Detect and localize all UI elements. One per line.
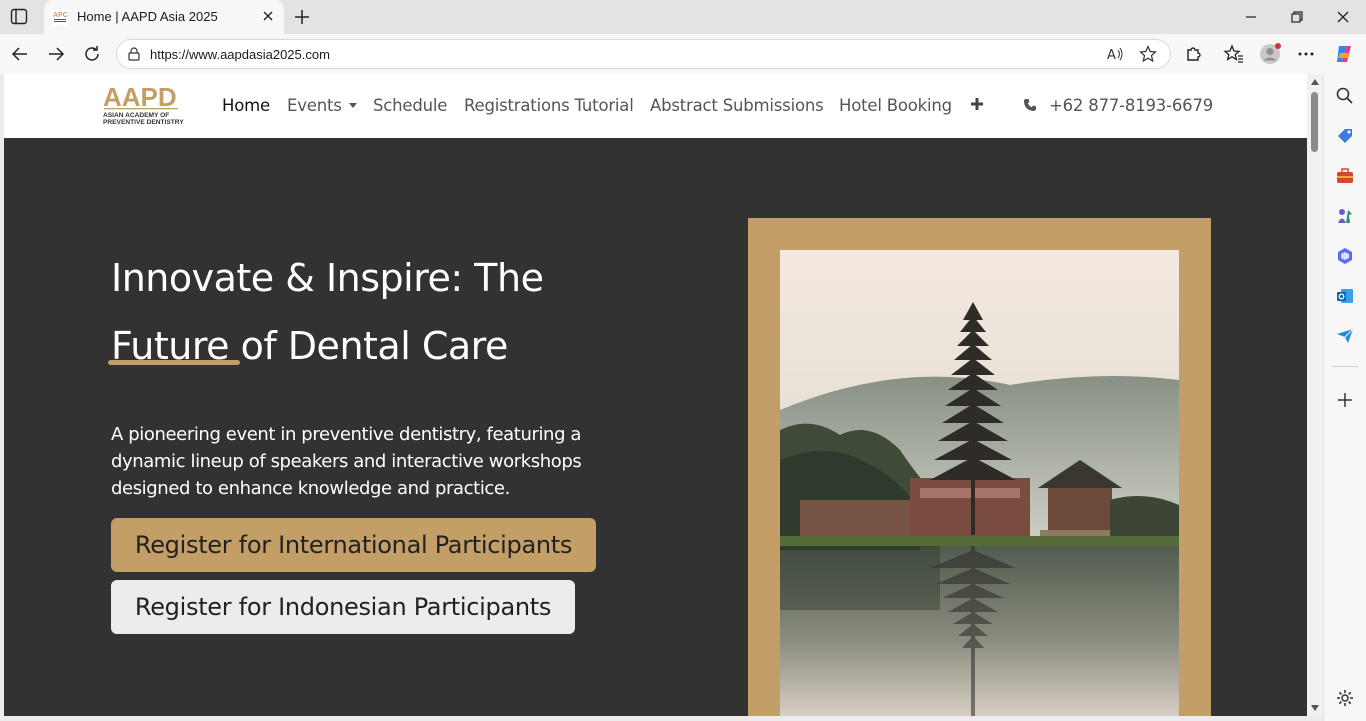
address-bar[interactable]: https://www.aapdasia2025.com A xyxy=(116,39,1171,69)
aapd-favicon-icon: APC xyxy=(52,9,68,25)
page-viewport: AAPD ASIAN ACADEMY OF PREVENTIVE DENTIST… xyxy=(4,74,1307,716)
svg-text:ASIAN ACADEMY OF: ASIAN ACADEMY OF xyxy=(103,112,169,119)
extensions-icon[interactable] xyxy=(1182,43,1204,65)
tab-title: Home | AAPD Asia 2025 xyxy=(77,9,218,24)
more-options-icon[interactable] xyxy=(1295,43,1317,65)
shopping-tag-icon[interactable] xyxy=(1335,126,1355,146)
send-arrow-icon[interactable] xyxy=(1335,326,1355,346)
settings-gear-icon[interactable] xyxy=(1335,688,1355,708)
url-text[interactable]: https://www.aapdasia2025.com xyxy=(150,47,330,62)
nav-home[interactable]: Home xyxy=(222,96,270,115)
nav-hotel-booking[interactable]: Hotel Booking xyxy=(839,96,952,115)
outlook-icon[interactable] xyxy=(1335,286,1355,306)
browser-sidebar xyxy=(1323,74,1366,721)
restore-icon[interactable] xyxy=(1287,7,1307,27)
svg-text:A: A xyxy=(1107,48,1116,63)
favorite-star-icon[interactable] xyxy=(1139,45,1157,63)
new-tab-icon[interactable] xyxy=(292,7,312,27)
window-bottom-edge xyxy=(0,716,1323,721)
microsoft-365-icon[interactable] xyxy=(1335,246,1355,266)
plus-icon[interactable] xyxy=(970,97,984,111)
close-window-icon[interactable] xyxy=(1333,7,1353,27)
phone-icon xyxy=(1024,99,1036,111)
aapd-logo[interactable]: AAPD ASIAN ACADEMY OF PREVENTIVE DENTIST… xyxy=(102,82,188,128)
games-chess-icon[interactable] xyxy=(1335,206,1355,226)
hero-section: Innovate & Inspire: The Future of Dental… xyxy=(4,138,1307,716)
browser-tab-active[interactable]: APC Home | AAPD Asia 2025 xyxy=(44,0,284,34)
refresh-icon[interactable] xyxy=(82,44,102,64)
tab-actions-icon[interactable] xyxy=(10,8,28,25)
nav-abstract-submissions[interactable]: Abstract Submissions xyxy=(650,96,824,115)
bali-temple-photo xyxy=(780,250,1179,716)
site-navbar: AAPD ASIAN ACADEMY OF PREVENTIVE DENTIST… xyxy=(4,74,1307,138)
forward-icon[interactable] xyxy=(46,44,66,64)
browser-toolbar: https://www.aapdasia2025.com A xyxy=(0,34,1366,74)
headline-accent-underline xyxy=(108,360,240,365)
hero-description: A pioneering event in preventive dentist… xyxy=(111,424,582,499)
lock-icon[interactable] xyxy=(126,46,142,62)
svg-text:APC: APC xyxy=(53,12,68,19)
register-international-button[interactable]: Register for International Participants xyxy=(111,518,596,572)
nav-events[interactable]: Events xyxy=(287,96,357,115)
headline-line-1: Innovate & Inspire: The xyxy=(111,256,544,300)
browser-tab-bar: APC Home | AAPD Asia 2025 xyxy=(0,0,1366,34)
chevron-down-icon xyxy=(348,103,357,108)
page-scrollbar[interactable] xyxy=(1307,74,1323,716)
register-indonesian-button[interactable]: Register for Indonesian Participants xyxy=(111,580,575,634)
search-icon[interactable] xyxy=(1335,86,1355,106)
sidebar-divider xyxy=(1332,366,1358,367)
scroll-up-arrow-icon[interactable] xyxy=(1310,78,1320,86)
nav-events-label: Events xyxy=(287,96,342,115)
nav-registrations-tutorial[interactable]: Registrations Tutorial xyxy=(464,96,634,115)
minimize-icon[interactable] xyxy=(1241,7,1261,27)
add-sidebar-app-icon[interactable] xyxy=(1335,390,1355,410)
back-icon[interactable] xyxy=(10,44,30,64)
phone-number[interactable]: +62 877-8193-6679 xyxy=(1049,96,1213,115)
copilot-icon[interactable] xyxy=(1333,43,1355,65)
read-aloud-icon[interactable]: A xyxy=(1106,45,1124,63)
profile-avatar-icon[interactable] xyxy=(1259,43,1281,65)
hero-image-frame xyxy=(748,218,1211,716)
tools-briefcase-icon[interactable] xyxy=(1335,166,1355,186)
favorites-icon[interactable] xyxy=(1223,43,1245,65)
nav-schedule[interactable]: Schedule xyxy=(373,96,447,115)
scrollbar-thumb[interactable] xyxy=(1311,92,1318,152)
svg-text:PREVENTIVE DENTISTRY: PREVENTIVE DENTISTRY xyxy=(103,119,184,126)
tab-close-icon[interactable] xyxy=(260,8,276,24)
scroll-down-arrow-icon[interactable] xyxy=(1310,704,1320,712)
svg-text:AAPD: AAPD xyxy=(103,82,177,112)
